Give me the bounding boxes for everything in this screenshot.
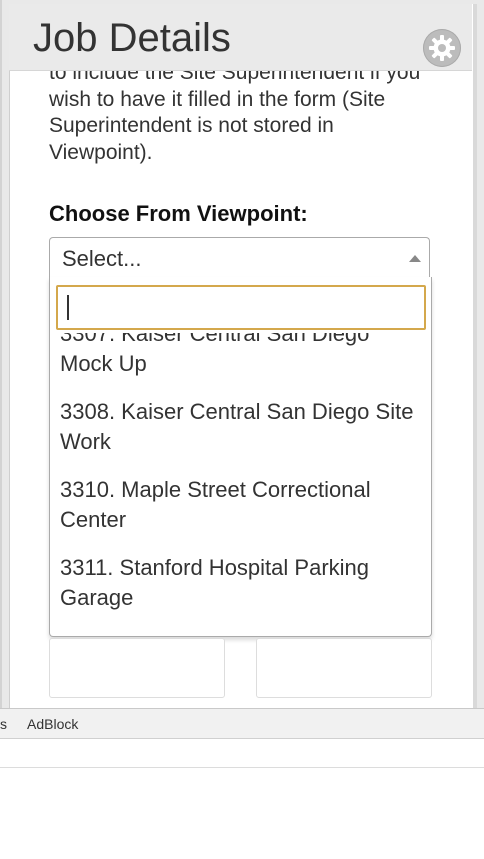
input-row: [49, 638, 432, 708]
dropdown-option[interactable]: 3310. Maple Street Correctional Center: [50, 469, 431, 547]
bookmark-item[interactable]: s: [0, 716, 7, 732]
viewpoint-select[interactable]: Select...: [49, 237, 430, 277]
input-box-right[interactable]: [256, 638, 432, 698]
viewpoint-dropdown: 3307. Kaiser Central San Diego Mock Up 3…: [49, 277, 432, 637]
panel-content: to include the Site Superintendent if yo…: [10, 4, 473, 708]
panel-header: Job Details: [9, 4, 472, 71]
chevron-up-icon: [409, 255, 421, 262]
dropdown-option[interactable]: 3307. Kaiser Central San Diego Mock Up: [50, 333, 431, 391]
panel-scrollbar[interactable]: [473, 4, 477, 708]
text-cursor: [67, 295, 69, 320]
dropdown-option[interactable]: 3308. Kaiser Central San Diego Site Work: [50, 391, 431, 469]
gear-icon[interactable]: [423, 29, 461, 67]
select-value: Select...: [62, 246, 142, 271]
left-edge: [0, 0, 2, 708]
gear-icon-glyph: [429, 35, 455, 61]
page-title: Job Details: [33, 16, 231, 60]
input-box-left[interactable]: [49, 638, 225, 698]
field-label: Choose From Viewpoint:: [49, 201, 308, 226]
dropdown-search-input[interactable]: [56, 285, 426, 330]
dropdown-results[interactable]: 3307. Kaiser Central San Diego Mock Up 3…: [50, 333, 431, 633]
bookmark-adblock[interactable]: AdBlock: [27, 716, 78, 732]
help-text: to include the Site Superintendent if yo…: [49, 61, 421, 164]
divider: [0, 767, 484, 768]
dropdown-options-list: 3307. Kaiser Central San Diego Mock Up 3…: [50, 333, 431, 625]
job-details-panel: to include the Site Superintendent if yo…: [9, 4, 474, 708]
browser-bookmarks-bar: s AdBlock: [0, 708, 484, 739]
dropdown-option[interactable]: 3311. Stanford Hospital Parking Garage: [50, 547, 431, 625]
